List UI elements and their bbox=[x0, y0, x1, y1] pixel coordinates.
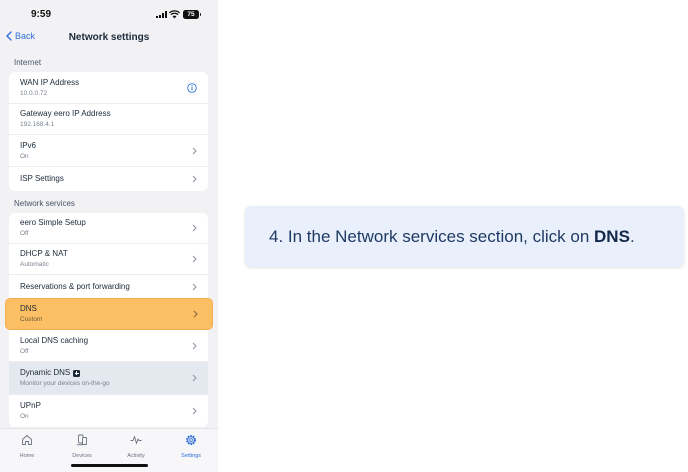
row-title-wrapper: Dynamic DNS bbox=[20, 368, 208, 378]
row-value: Custom bbox=[20, 316, 43, 323]
status-bar: 9:59 75 bbox=[0, 0, 218, 28]
section-title-network-services: Network services bbox=[14, 199, 75, 208]
navigation-bar: Back Network settings bbox=[0, 28, 218, 50]
info-icon[interactable] bbox=[187, 82, 197, 93]
signal-icon bbox=[156, 11, 167, 18]
devices-icon bbox=[76, 434, 87, 446]
row-value: Off bbox=[20, 347, 29, 355]
row-dhcp-nat[interactable]: DHCP & NAT Automatic bbox=[9, 244, 208, 275]
row-value: 192.168.4.1 bbox=[20, 121, 55, 128]
tab-label: Settings bbox=[181, 453, 201, 459]
chevron-right-icon bbox=[192, 255, 197, 263]
page-title: Network settings bbox=[68, 32, 150, 43]
home-indicator bbox=[71, 464, 148, 467]
chevron-right-icon bbox=[192, 147, 197, 154]
tab-activity[interactable]: Activity bbox=[116, 433, 156, 459]
row-value: Monitor your devices on-the-go bbox=[20, 380, 110, 387]
chevron-right-icon bbox=[192, 407, 197, 415]
row-value: 10.0.0.72 bbox=[20, 89, 48, 97]
instruction-text: 4. In the Network services section, clic… bbox=[269, 227, 635, 247]
row-gateway-ip: Gateway eero IP Address 192.168.4.1 bbox=[9, 104, 208, 135]
row-isp-settings[interactable]: ISP Settings bbox=[9, 167, 208, 191]
row-eero-simple-setup[interactable]: eero Simple Setup Off bbox=[9, 213, 208, 244]
row-title: eero Simple Setup bbox=[20, 218, 86, 227]
plus-icon bbox=[73, 369, 81, 377]
row-value: On bbox=[20, 152, 29, 160]
section-title-internet: Internet bbox=[14, 58, 42, 67]
chevron-right-icon bbox=[192, 224, 197, 232]
chevron-right-icon bbox=[193, 310, 198, 318]
row-ipv6[interactable]: IPv6 On bbox=[9, 135, 208, 167]
row-upnp[interactable]: UPnP On bbox=[9, 395, 208, 427]
instruction-target: DNS bbox=[594, 226, 630, 246]
chevron-right-icon bbox=[192, 374, 197, 382]
row-title: WAN IP Address bbox=[20, 77, 80, 87]
row-title: Gateway eero IP Address bbox=[20, 109, 111, 118]
row-title: DNS bbox=[20, 304, 37, 313]
row-title: ISP Settings bbox=[20, 174, 64, 183]
row-title: DHCP & NAT bbox=[20, 249, 68, 258]
row-title: Dynamic DNS bbox=[20, 368, 71, 377]
instruction-suffix: . bbox=[629, 226, 635, 246]
row-value: Off bbox=[20, 230, 29, 237]
internet-card: WAN IP Address 10.0.0.72 Gateway eero IP… bbox=[9, 72, 208, 191]
home-icon bbox=[22, 435, 32, 445]
gear-icon bbox=[186, 435, 196, 445]
tab-home[interactable]: Home bbox=[7, 433, 47, 459]
row-dynamic-dns[interactable]: Dynamic DNS Monitor your devices on-the-… bbox=[9, 362, 208, 395]
activity-icon bbox=[130, 436, 142, 444]
wifi-icon bbox=[169, 10, 180, 19]
row-dns[interactable]: DNS Custom bbox=[6, 299, 212, 329]
row-wan-ip[interactable]: WAN IP Address 10.0.0.72 bbox=[9, 72, 208, 104]
tab-label: Devices bbox=[72, 453, 92, 459]
tab-settings[interactable]: Settings bbox=[171, 433, 211, 459]
battery-icon: 75 bbox=[183, 10, 201, 19]
tab-devices[interactable]: Devices bbox=[62, 433, 102, 459]
instruction-callout: 4. In the Network services section, clic… bbox=[245, 206, 684, 267]
chevron-right-icon bbox=[192, 175, 197, 183]
chevron-right-icon bbox=[192, 342, 197, 349]
phone-screen: 9:59 75 Back Network settings Internet W… bbox=[0, 0, 218, 472]
tab-label: Activity bbox=[127, 453, 145, 459]
row-title: IPv6 bbox=[20, 140, 37, 150]
row-value: Automatic bbox=[20, 261, 49, 268]
chevron-right-icon bbox=[192, 283, 197, 290]
status-time: 9:59 bbox=[31, 9, 52, 20]
row-local-dns-caching[interactable]: Local DNS caching Off bbox=[9, 330, 208, 362]
row-value: On bbox=[20, 413, 29, 420]
row-title: Local DNS caching bbox=[20, 335, 89, 345]
row-title: UPnP bbox=[20, 401, 41, 410]
tab-label: Home bbox=[19, 453, 35, 459]
row-reservations[interactable]: Reservations & port forwarding bbox=[9, 275, 208, 299]
instruction-prefix: 4. In the Network services section, clic… bbox=[269, 226, 595, 246]
row-title: Reservations & port forwarding bbox=[20, 281, 130, 291]
